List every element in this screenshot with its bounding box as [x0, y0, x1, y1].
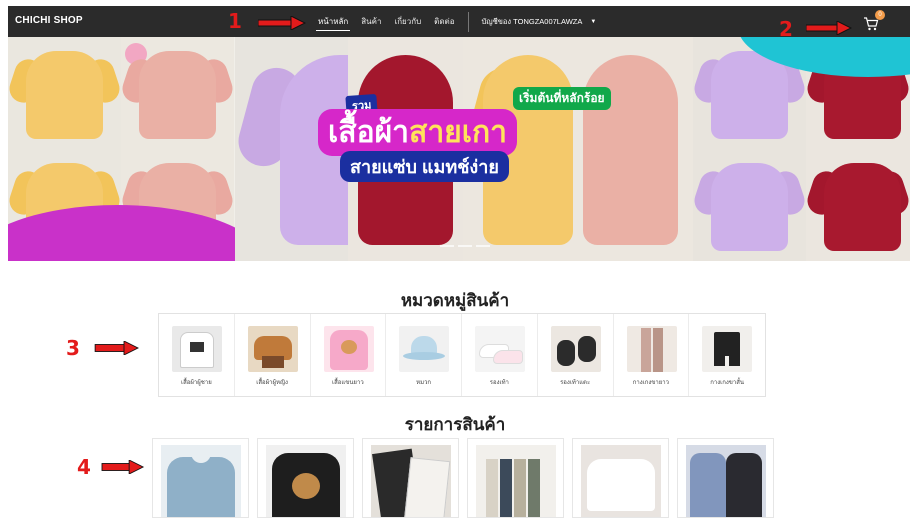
- category-label: กางเกงขายาว: [632, 380, 670, 386]
- product-image: [266, 445, 346, 517]
- category-item[interactable]: หมวก: [386, 314, 462, 396]
- account-label: บัญชีของ TONGZA007LAWZA: [481, 16, 583, 26]
- product-card[interactable]: [572, 438, 669, 518]
- nav-products[interactable]: สินค้า: [361, 6, 381, 37]
- banner-image-lilac-right-2: [693, 149, 806, 261]
- annotation-2-label: 2: [779, 17, 793, 41]
- category-image: [550, 326, 601, 372]
- category-label: เสื้อแขนยาว: [332, 380, 364, 386]
- products-title: รายการสินค้า: [404, 415, 506, 434]
- category-list: เสื้อผ้าผู้ชาย เสื้อผ้าผู้หญิง เสื้อแขนย…: [158, 313, 766, 397]
- nav-home[interactable]: หน้าหลัก: [315, 6, 351, 37]
- promo-price-tag: เริ่มต้นที่หลักร้อย: [513, 87, 611, 110]
- brand-logo[interactable]: CHICHI SHOP: [15, 15, 83, 26]
- top-navbar: CHICHI SHOP หน้าหลัก สินค้า เกี่ยวกับ ติ…: [8, 6, 910, 37]
- category-image: [702, 326, 753, 372]
- product-card[interactable]: [467, 438, 564, 518]
- promo-headline-part2: สายเกา: [409, 116, 508, 149]
- category-item[interactable]: กางเกงขาสั้น: [689, 314, 765, 396]
- annotation-4-label: 4: [77, 455, 91, 479]
- annotation-arrow-3-icon: [94, 341, 139, 355]
- product-image: [371, 445, 451, 517]
- category-label: รองเท้า: [489, 380, 509, 386]
- product-list: [152, 438, 774, 518]
- category-label: หมวก: [416, 380, 432, 386]
- category-image: [247, 326, 298, 372]
- annotation-3-label: 3: [66, 336, 80, 360]
- category-item[interactable]: รองเท้า: [462, 314, 538, 396]
- banner-image-red-right-2: [806, 149, 910, 261]
- product-card[interactable]: [677, 438, 774, 518]
- category-label: เสื้อผ้าผู้หญิง: [256, 380, 288, 386]
- promo-banner[interactable]: รวม เสื้อผ้าสายเกา สายแซ่บ แมทช์ง่าย เริ…: [8, 37, 910, 261]
- product-image: [476, 445, 556, 517]
- annotation-1-label: 1: [228, 9, 242, 33]
- annotation-arrow-4-icon: [101, 460, 145, 474]
- category-item[interactable]: เสื้อผ้าผู้ชาย: [159, 314, 235, 396]
- nav-divider: [467, 11, 469, 32]
- promo-subline: สายแซ่บ แมทช์ง่าย: [340, 151, 509, 182]
- category-label: รองเท้าแตะ: [560, 380, 591, 386]
- category-image: [323, 326, 374, 372]
- banner-image-yellow-blouse: [8, 37, 121, 149]
- promo-headline: เสื้อผ้าสายเกา: [318, 109, 518, 156]
- carousel-dot[interactable]: [458, 245, 472, 247]
- caret-down-icon: ▼: [590, 18, 597, 25]
- product-card[interactable]: [152, 438, 249, 518]
- nav-links: หน้าหลัก สินค้า เกี่ยวกับ ติดต่อ บัญชีขอ…: [315, 6, 597, 37]
- carousel-dot[interactable]: [440, 245, 454, 247]
- product-image: [581, 445, 661, 517]
- nav-contact[interactable]: ติดต่อ: [434, 6, 454, 37]
- categories-title: หมวดหมู่สินค้า: [400, 291, 510, 310]
- carousel-dot[interactable]: [476, 245, 490, 247]
- banner-image-pink-blouse: [121, 37, 234, 149]
- category-item[interactable]: กางเกงขายาว: [614, 314, 690, 396]
- category-image: [475, 326, 525, 372]
- category-image: [399, 326, 450, 372]
- annotation-arrow-1-icon: [258, 16, 306, 30]
- nav-about[interactable]: เกี่ยวกับ: [394, 6, 421, 37]
- account-dropdown[interactable]: บัญชีของ TONGZA007LAWZA ▼: [482, 16, 597, 28]
- category-label: กางเกงขาสั้น: [710, 380, 745, 386]
- product-image: [686, 445, 766, 517]
- category-item[interactable]: รองเท้าแตะ: [538, 314, 614, 396]
- category-item[interactable]: เสื้อแขนยาว: [311, 314, 387, 396]
- annotation-arrow-2-icon: [806, 21, 852, 35]
- promo-headline-part1: เสื้อผ้า: [328, 116, 410, 149]
- cart-button[interactable]: 0: [863, 10, 885, 31]
- category-image: [626, 326, 677, 372]
- category-item[interactable]: เสื้อผ้าผู้หญิง: [235, 314, 311, 396]
- product-image: [161, 445, 241, 517]
- product-card[interactable]: [257, 438, 354, 518]
- category-label: เสื้อผ้าผู้ชาย: [181, 380, 212, 386]
- product-card[interactable]: [362, 438, 459, 518]
- cart-count-badge: 0: [875, 10, 885, 20]
- category-image: [172, 326, 222, 372]
- carousel-indicators: [440, 245, 490, 247]
